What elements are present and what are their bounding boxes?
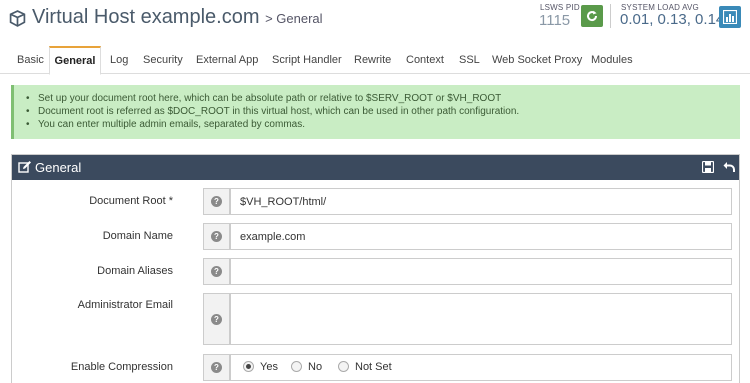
doc-root-label: Document Root *: [89, 195, 173, 207]
tab-external-app[interactable]: External App: [196, 46, 258, 74]
info-item: You can enter multiple admin emails, sep…: [26, 118, 519, 131]
radio-label: Yes: [260, 361, 278, 373]
help-icon: ?: [211, 314, 222, 325]
help-icon: ?: [211, 266, 222, 277]
compression-radio-group: Yes No Not Set: [230, 354, 732, 381]
domain-aliases-input[interactable]: [230, 258, 732, 285]
help-icon: ?: [211, 362, 222, 373]
tab-web-socket-proxy[interactable]: Web Socket Proxy: [492, 46, 582, 74]
compression-no-radio[interactable]: No: [291, 361, 322, 373]
tab-bar: Basic General Log Security External App …: [0, 46, 750, 75]
doc-root-help[interactable]: ?: [203, 188, 230, 215]
panel-header: General: [12, 155, 739, 180]
help-icon: ?: [211, 231, 222, 242]
info-item: Set up your document root here, which ca…: [26, 92, 519, 105]
domain-aliases-help[interactable]: ?: [203, 258, 230, 285]
load-chart-button[interactable]: [719, 6, 741, 28]
doc-root-input[interactable]: [230, 188, 732, 215]
radio-selected-icon: [243, 361, 254, 372]
tab-script-handler[interactable]: Script Handler: [272, 46, 342, 74]
help-icon: ?: [211, 196, 222, 207]
admin-email-label: Administrator Email: [77, 299, 173, 311]
save-icon[interactable]: [702, 161, 714, 173]
tab-general[interactable]: General: [49, 46, 101, 75]
cube-icon: [9, 10, 26, 27]
domain-name-input[interactable]: [230, 223, 732, 250]
edit-icon: [18, 161, 31, 173]
compression-label: Enable Compression: [70, 361, 173, 373]
bar-chart-icon: [723, 10, 737, 24]
tab-modules[interactable]: Modules: [591, 46, 633, 74]
page-title: Virtual Host example.com > General: [32, 6, 323, 29]
compression-help[interactable]: ?: [203, 354, 230, 381]
domain-name-label: Domain Name: [102, 230, 173, 242]
compression-yes-radio[interactable]: Yes: [243, 361, 278, 373]
vhost-title: Virtual Host example.com: [32, 6, 260, 28]
tab-log[interactable]: Log: [110, 46, 128, 74]
admin-email-textarea[interactable]: [230, 293, 732, 345]
pid-label: LSWS PID: [540, 3, 580, 12]
info-list: Set up your document root here, which ca…: [26, 92, 519, 131]
domain-aliases-label: Domain Aliases: [97, 265, 173, 277]
radio-unselected-icon: [338, 361, 349, 372]
admin-email-help[interactable]: ?: [203, 293, 230, 345]
refresh-icon: [587, 10, 598, 22]
tab-ssl[interactable]: SSL: [459, 46, 480, 74]
radio-unselected-icon: [291, 361, 302, 372]
info-item: Document root is referred as $DOC_ROOT i…: [26, 105, 519, 118]
load-value: 0.01, 0.13, 0.14: [620, 11, 725, 28]
tab-rewrite[interactable]: Rewrite: [354, 46, 391, 74]
header-divider: [610, 4, 611, 28]
radio-label: Not Set: [355, 361, 392, 373]
tab-security[interactable]: Security: [143, 46, 183, 74]
radio-label: No: [308, 361, 323, 373]
domain-name-help[interactable]: ?: [203, 223, 230, 250]
general-panel: General Document Root * ? Domain Name ? …: [11, 154, 740, 383]
tab-basic[interactable]: Basic: [17, 46, 44, 74]
panel-title: General: [35, 160, 82, 175]
restart-button[interactable]: [581, 5, 603, 27]
pid-value: 1115: [539, 12, 571, 29]
breadcrumb: > General: [265, 11, 323, 26]
page-header: Virtual Host example.com > General LSWS …: [0, 0, 750, 42]
tab-context[interactable]: Context: [406, 46, 444, 74]
help-info-box: Set up your document root here, which ca…: [11, 85, 740, 139]
compression-notset-radio[interactable]: Not Set: [338, 361, 392, 373]
undo-icon[interactable]: [723, 161, 735, 173]
